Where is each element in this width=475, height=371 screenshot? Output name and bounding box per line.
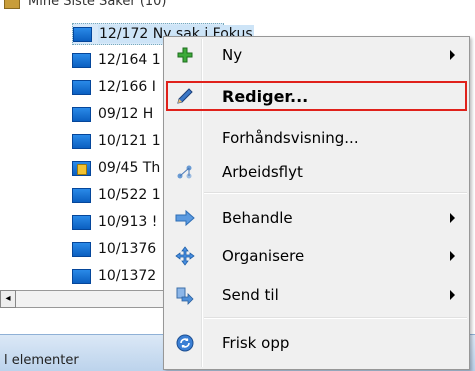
workflow-icon xyxy=(175,162,195,182)
folder-icon xyxy=(72,106,91,122)
horizontal-scrollbar[interactable] xyxy=(16,290,166,308)
folder-icon xyxy=(72,241,91,257)
send-to-icon xyxy=(175,285,195,305)
row-label: 12/166 I xyxy=(98,79,156,95)
menu-item-label: Frisk opp xyxy=(222,334,290,352)
status-text: l elementer xyxy=(4,353,79,368)
menu-item-rediger[interactable]: Rediger... xyxy=(166,81,467,111)
menu-item-frisk-opp[interactable]: Frisk opp xyxy=(166,328,467,358)
refresh-icon xyxy=(175,333,195,353)
menu-item-label: Send til xyxy=(222,286,279,304)
row-label: 09/12 H xyxy=(98,106,154,122)
folder-icon xyxy=(72,133,91,149)
submenu-arrow-icon xyxy=(450,290,455,300)
menu-item-organisere[interactable]: Organisere xyxy=(166,241,467,271)
process-arrow-icon xyxy=(175,208,195,228)
menu-item-behandle[interactable]: Behandle xyxy=(166,203,467,233)
locked-folder-icon xyxy=(72,160,91,176)
scroll-left-button[interactable]: ◂ xyxy=(0,290,16,308)
folder-icon xyxy=(72,187,91,203)
menu-item-label: Behandle xyxy=(222,209,293,227)
folder-icon xyxy=(72,268,91,284)
folder-icon xyxy=(72,214,91,230)
pencil-icon xyxy=(175,86,195,106)
menu-item-label: Rediger... xyxy=(222,86,309,106)
folder-group-icon xyxy=(4,0,20,9)
menu-item-label: Arbeidsflyt xyxy=(222,163,303,181)
move-arrows-icon xyxy=(175,246,195,266)
menu-separator xyxy=(204,192,467,194)
menu-item-label: Ny xyxy=(222,46,243,64)
row-label: 10/121 1 xyxy=(98,133,161,149)
menu-item-label: Forhåndsvisning... xyxy=(222,129,359,147)
folder-icon xyxy=(73,26,92,42)
menu-item-arbeidsflyt[interactable]: Arbeidsflyt xyxy=(166,157,467,187)
context-menu: Ny Rediger... Forhåndsvisning... Arbeids… xyxy=(163,36,470,370)
menu-item-label: Organisere xyxy=(222,247,305,265)
tree-header[interactable]: Mine Siste Saker (10) xyxy=(0,0,300,12)
menu-separator xyxy=(204,317,467,319)
submenu-arrow-icon xyxy=(450,213,455,223)
menu-item-ny[interactable]: Ny xyxy=(166,40,467,70)
folder-icon xyxy=(72,52,91,68)
row-label: 10/1376 xyxy=(98,241,157,257)
folder-icon xyxy=(72,79,91,95)
row-label: 10/1372 xyxy=(98,268,157,284)
row-label: 09/45 Th xyxy=(98,160,161,176)
submenu-arrow-icon xyxy=(450,50,455,60)
submenu-arrow-icon xyxy=(450,251,455,261)
menu-item-send-til[interactable]: Send til xyxy=(166,280,467,310)
menu-item-forhandsvisning[interactable]: Forhåndsvisning... xyxy=(166,123,467,153)
row-label: 12/164 1 xyxy=(98,52,161,68)
tree-header-label: Mine Siste Saker (10) xyxy=(28,0,167,9)
row-label: 10/522 1 xyxy=(98,187,161,203)
plus-icon xyxy=(175,45,195,65)
row-label: 10/913 ! xyxy=(98,214,158,230)
